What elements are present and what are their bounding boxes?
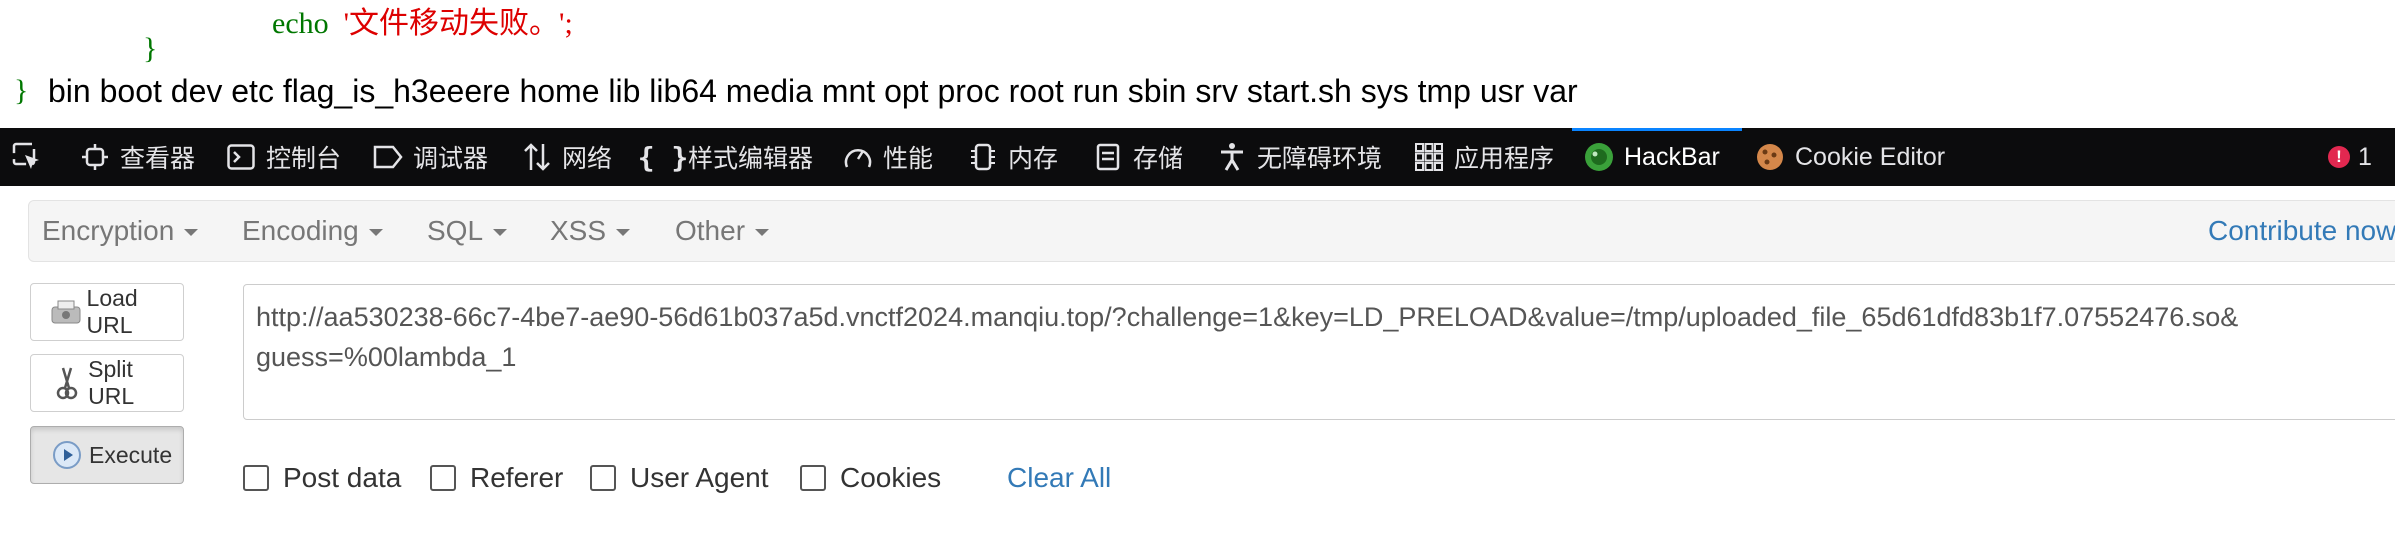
checkbox-icon — [800, 465, 826, 491]
menu-label: XSS — [550, 215, 607, 246]
code-line-echo: echo '文件移动失败。'; — [272, 0, 573, 42]
tab-label: HackBar — [1624, 142, 1720, 171]
tab-memory[interactable]: 内存 — [968, 128, 1058, 186]
checkbox-user-agent[interactable]: User Agent — [590, 458, 769, 498]
performance-icon — [843, 142, 873, 172]
tab-application[interactable]: 应用程序 — [1414, 128, 1554, 186]
menu-label: Encoding — [242, 215, 359, 246]
menu-label: Other — [675, 215, 746, 246]
menu-label: SQL — [427, 215, 484, 246]
checkbox-label: User Agent — [630, 462, 769, 493]
checkbox-label: Referer — [470, 462, 564, 493]
tab-network[interactable]: 网络 — [522, 128, 612, 186]
checkbox-post-data[interactable]: Post data — [243, 458, 401, 498]
checkbox-label: Cookies — [840, 462, 942, 493]
picker-icon — [12, 142, 42, 172]
caret-down-icon — [616, 229, 631, 236]
menu-other[interactable]: Other — [675, 201, 770, 261]
active-tab-indicator — [1572, 128, 1742, 131]
tab-hackbar[interactable]: HackBar — [1584, 128, 1720, 186]
caret-down-icon — [184, 229, 199, 236]
tab-label: 控制台 — [266, 145, 342, 173]
debugger-icon — [373, 142, 403, 172]
tab-inspector[interactable]: 查看器 — [80, 128, 195, 186]
tab-storage[interactable]: 存储 — [1093, 128, 1183, 186]
url-textarea[interactable]: http://aa530238-66c7-4be7-ae90-56d61b037… — [243, 284, 2395, 420]
checkbox-icon — [590, 465, 616, 491]
caret-down-icon — [493, 229, 508, 236]
tab-label: 网络 — [562, 145, 613, 173]
hackbar-icon — [1584, 142, 1614, 172]
caret-down-icon — [368, 229, 383, 236]
checkbox-cookies[interactable]: Cookies — [800, 458, 941, 498]
tab-console[interactable]: 控制台 — [226, 128, 341, 186]
tab-label: 存储 — [1133, 145, 1184, 173]
menu-label: Encryption — [42, 215, 175, 246]
checkbox-icon — [243, 465, 269, 491]
tab-label: 调试器 — [413, 145, 489, 173]
code-closing-brace: } — [143, 32, 158, 65]
tab-label: 无障碍环境 — [1257, 145, 1383, 173]
memory-icon — [968, 142, 998, 172]
hackbar-panel: Encryption Encoding SQL XSS Other Contri… — [0, 186, 2395, 533]
scissors-icon — [49, 365, 84, 401]
code-closing-brace-outer: } — [14, 74, 29, 107]
button-label: Load URL — [86, 285, 138, 338]
storage-icon — [1093, 142, 1123, 172]
tab-performance[interactable]: 性能 — [843, 128, 933, 186]
execute-button[interactable]: Execute — [30, 426, 184, 484]
page-content: echo '文件移动失败。'; } } bin boot dev etc fla… — [0, 0, 2395, 128]
tab-label: 性能 — [883, 145, 934, 173]
code-keyword: echo — [272, 7, 329, 40]
menu-xss[interactable]: XSS — [550, 201, 631, 261]
clear-all-link[interactable]: Clear All — [1007, 458, 1111, 498]
console-icon — [226, 142, 256, 172]
devtools-toolbar: 查看器 控制台 调试器 网络 { } 样式编辑器 性能 内存 存储 无障碍环境 … — [0, 128, 2395, 186]
tab-label: 应用程序 — [1454, 145, 1555, 173]
checkbox-icon — [430, 465, 456, 491]
menu-sql[interactable]: SQL — [427, 201, 508, 261]
element-picker-button[interactable] — [12, 128, 52, 186]
cookie-icon — [1755, 142, 1785, 172]
accessibility-icon — [1217, 142, 1247, 172]
tab-debugger[interactable]: 调试器 — [373, 128, 488, 186]
play-icon — [49, 437, 85, 473]
checkbox-label: Post data — [283, 462, 402, 493]
tab-label: 样式编辑器 — [688, 145, 814, 173]
error-icon: ! — [2328, 146, 2350, 168]
button-label: Execute — [89, 441, 173, 468]
menu-encryption[interactable]: Encryption — [42, 201, 199, 261]
tab-label: 查看器 — [120, 145, 196, 173]
hackbar-menubar: Encryption Encoding SQL XSS Other Contri… — [28, 200, 2395, 262]
contribute-link[interactable]: Contribute now! H — [2208, 201, 2395, 261]
style-editor-icon: { } — [637, 140, 689, 174]
checkbox-referer[interactable]: Referer — [430, 458, 563, 498]
split-url-button[interactable]: Split URL — [30, 354, 184, 412]
tab-label: 内存 — [1008, 145, 1059, 173]
error-count: 1 — [2358, 142, 2372, 171]
tab-accessibility[interactable]: 无障碍环境 — [1217, 128, 1382, 186]
code-string: '文件移动失败。'; — [343, 7, 573, 40]
inspector-icon — [80, 142, 110, 172]
caret-down-icon — [755, 229, 770, 236]
error-count-badge[interactable]: ! 1 — [2328, 128, 2372, 186]
menu-encoding[interactable]: Encoding — [242, 201, 383, 261]
tab-label: Cookie Editor — [1795, 142, 1946, 171]
tab-style-editor[interactable]: { } 样式编辑器 — [637, 128, 814, 186]
load-url-icon — [49, 294, 83, 330]
tab-cookie-editor[interactable]: Cookie Editor — [1755, 128, 1945, 186]
command-output: bin boot dev etc flag_is_h3eeere home li… — [48, 73, 1578, 109]
button-label: Split URL — [88, 356, 135, 409]
load-url-button[interactable]: Load URL — [30, 283, 184, 341]
application-icon — [1414, 142, 1444, 172]
network-icon — [522, 142, 552, 172]
